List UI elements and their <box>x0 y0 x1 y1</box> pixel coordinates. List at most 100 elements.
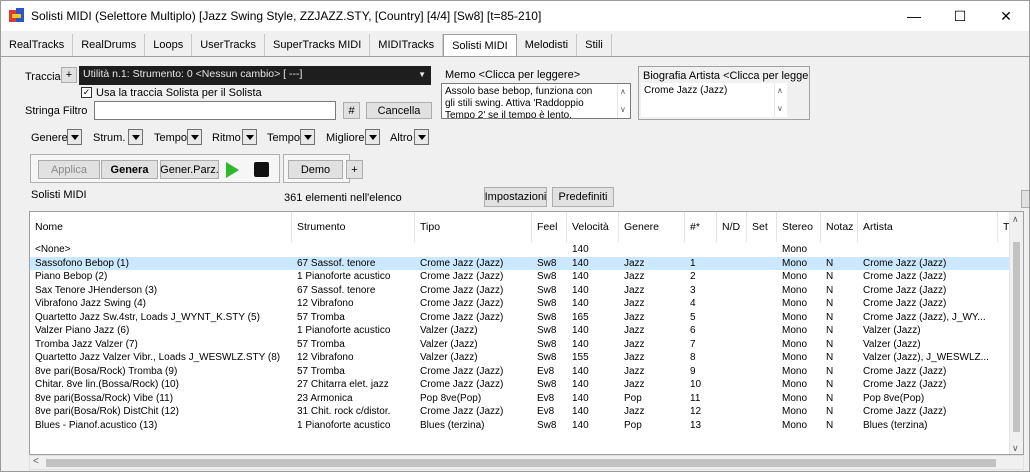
col-genere[interactable]: Genere <box>619 212 685 242</box>
table-row[interactable]: Tromba Jazz Valzer (7) 57 Tromba Valzer (J… <box>30 338 1010 351</box>
table-row[interactable]: Chitar. 8ve lin.(Bossa/Rock) (10) 27 Chit… <box>30 378 1010 391</box>
filter-input[interactable] <box>94 101 336 120</box>
col-set[interactable]: Set <box>747 212 777 242</box>
solo-checkbox[interactable]: ✓ <box>81 87 92 98</box>
table-cell: Jazz <box>624 379 645 390</box>
table-cell <box>717 297 747 310</box>
col-stereo[interactable]: Stereo <box>777 212 821 242</box>
tab-supertracks-midi[interactable]: SuperTracks MIDI <box>265 34 371 56</box>
table-cell: Crome Jazz (Jazz) <box>420 365 504 377</box>
migliore-dropdown[interactable] <box>365 129 380 145</box>
col-feel[interactable]: Feel <box>532 212 567 242</box>
defaults-button[interactable]: Predefiniti <box>552 187 614 207</box>
tempo-dropdown[interactable] <box>187 129 202 145</box>
ritmo-dropdown[interactable] <box>242 129 257 145</box>
table-cell <box>717 311 747 324</box>
tab-usertracks[interactable]: UserTracks <box>192 34 266 56</box>
table-row[interactable]: Quartetto Jazz Valzer Vibr., Loads J_WES… <box>30 351 1010 364</box>
table-row[interactable]: Vibrafono Jazz Swing (4) 12 Vibrafono Crom… <box>30 297 1010 310</box>
col-notaz[interactable]: Notaz <box>821 212 858 242</box>
table-cell <box>717 419 747 432</box>
col-tipo[interactable]: Tipo <box>415 212 532 242</box>
table-row[interactable]: Sassofono Bebop (1) 67 Sassof. tenore Crom… <box>30 256 1010 270</box>
genere-dropdown[interactable] <box>67 129 82 145</box>
partial-generate-button[interactable]: Gener.Parz. <box>160 160 219 179</box>
demo-button[interactable]: Demo <box>288 160 343 179</box>
col-artista[interactable]: Artista <box>858 212 998 242</box>
table-cell <box>747 284 777 297</box>
table-cell: Mono <box>782 338 808 350</box>
filter-migliore-label: Migliore <box>326 132 365 144</box>
table-cell <box>747 392 777 405</box>
table-cell <box>747 324 777 337</box>
table-row[interactable]: 8ve pari(Bosa/Rok) DistChit (12) 31 Chit.… <box>30 405 1010 418</box>
table-row[interactable]: Blues - Pianof.acustico (13) 1 Pianoforte… <box>30 419 1010 432</box>
table-cell: Sw8 <box>537 284 557 296</box>
table-cell: 1 Pianoforte acustico <box>297 325 391 336</box>
demo-plus-button[interactable]: + <box>346 160 363 179</box>
table-cell <box>532 243 567 256</box>
track-select[interactable]: Utilità n.1: Strumento: 0 <Nessun cambio… <box>79 66 431 85</box>
tab-miditracks[interactable]: MIDITracks <box>370 34 444 56</box>
table-row[interactable]: Sax Tenore JHenderson (3) 67 Sassof. teno… <box>30 284 1010 297</box>
table-cell <box>717 351 747 364</box>
stop-icon[interactable] <box>254 162 269 177</box>
minimize-button[interactable]: — <box>891 1 937 31</box>
table-row[interactable]: <None> 140 Mono <box>30 243 1010 256</box>
table-row[interactable]: 8ve pari(Bossa/Rock) Vibe (11) 23 Armonic… <box>30 392 1010 405</box>
tab-realtracks[interactable]: RealTracks <box>1 34 74 56</box>
table-cell: Valzer (Jazz) <box>420 352 478 363</box>
memo-label[interactable]: Memo <Clicca per leggere> <box>445 69 580 81</box>
table-row[interactable]: Valzer Piano Jazz (6) 1 Pianoforte acusti… <box>30 324 1010 337</box>
table-cell: Ev8 <box>537 392 555 404</box>
col-nd[interactable]: N/D <box>717 212 747 242</box>
table-cell: Crome Jazz (Jazz) <box>420 271 504 282</box>
col-velocita[interactable]: Velocità <box>567 212 619 242</box>
tab-melodisti[interactable]: Melodisti <box>517 34 578 56</box>
table-cell: Sassofono Bebop (1) <box>35 257 129 269</box>
hash-button[interactable]: # <box>343 102 360 119</box>
bio-scrollbar[interactable]: ∧ ∨ <box>774 83 787 117</box>
table-hscroll[interactable]: < <box>29 455 1024 470</box>
generate-button[interactable]: Genera <box>101 160 158 179</box>
table-cell: 8ve pari(Bosa/Rok) DistChit (12) <box>35 406 179 417</box>
apply-button[interactable]: Applica <box>38 160 100 179</box>
play-icon[interactable] <box>226 162 239 178</box>
cancel-button[interactable]: Cancella <box>366 102 432 119</box>
memo-scrollbar[interactable]: ∧ ∨ <box>617 84 630 118</box>
tab-loops[interactable]: Loops <box>145 34 193 56</box>
altro-dropdown[interactable] <box>414 129 429 145</box>
table-cell: Blues - Pianof.acustico (13) <box>35 419 158 431</box>
table-cell: Sw8 <box>537 419 557 431</box>
table-row[interactable]: 8ve pari(Bosa/Rock) Tromba (9) 57 Tromba C… <box>30 365 1010 378</box>
col-strumento[interactable]: Strumento <box>292 212 415 242</box>
col-nome[interactable]: Nome <box>30 212 292 242</box>
bio-text: Crome Jazz (Jazz) <box>644 85 728 96</box>
table-cell: Quartetto Jazz Valzer Vibr., Loads J_WES… <box>35 352 281 363</box>
col-rating[interactable]: #* <box>685 212 717 242</box>
tab-stili[interactable]: Stili <box>577 34 612 56</box>
close-button[interactable]: ✕ <box>983 1 1029 31</box>
filter-tempo2-label: Tempo <box>267 132 301 144</box>
scroll-left-icon[interactable]: < <box>33 456 39 467</box>
table-cell: Chitar. 8ve lin.(Bossa/Rock) (10) <box>35 379 179 390</box>
track-add-button[interactable]: + <box>61 67 77 83</box>
table-vscroll[interactable]: ∧ ∨ <box>1009 212 1023 454</box>
maximize-button[interactable]: ☐ <box>937 1 983 31</box>
tab-solisti-midi[interactable]: Solisti MIDI <box>443 34 517 57</box>
table-cell: Quartetto Jazz Sw.4str, Loads J_WYNT_K.S… <box>35 311 260 323</box>
tab-realdrums[interactable]: RealDrums <box>73 34 146 56</box>
table-cell <box>717 392 747 405</box>
side-button[interactable] <box>1021 190 1029 208</box>
table-cell: Valzer (Jazz) <box>863 325 921 336</box>
settings-button[interactable]: Impostazioni <box>484 187 547 207</box>
table-row[interactable]: Piano Bebop (2) 1 Pianoforte acustico Crom… <box>30 270 1010 283</box>
table-hscroll-thumb[interactable] <box>46 459 996 467</box>
table-cell: 57 Tromba <box>297 365 345 377</box>
strum-dropdown[interactable] <box>128 129 143 145</box>
table-cell: Crome Jazz (Jazz) <box>863 284 947 296</box>
table-row[interactable]: Quartetto Jazz Sw.4str, Loads J_WYNT_K.S… <box>30 311 1010 324</box>
bio-label[interactable]: Biografia Artista <Clicca per leggere> <box>643 70 809 82</box>
tempo2-dropdown[interactable] <box>300 129 315 145</box>
table-vscroll-thumb[interactable] <box>1013 242 1020 432</box>
